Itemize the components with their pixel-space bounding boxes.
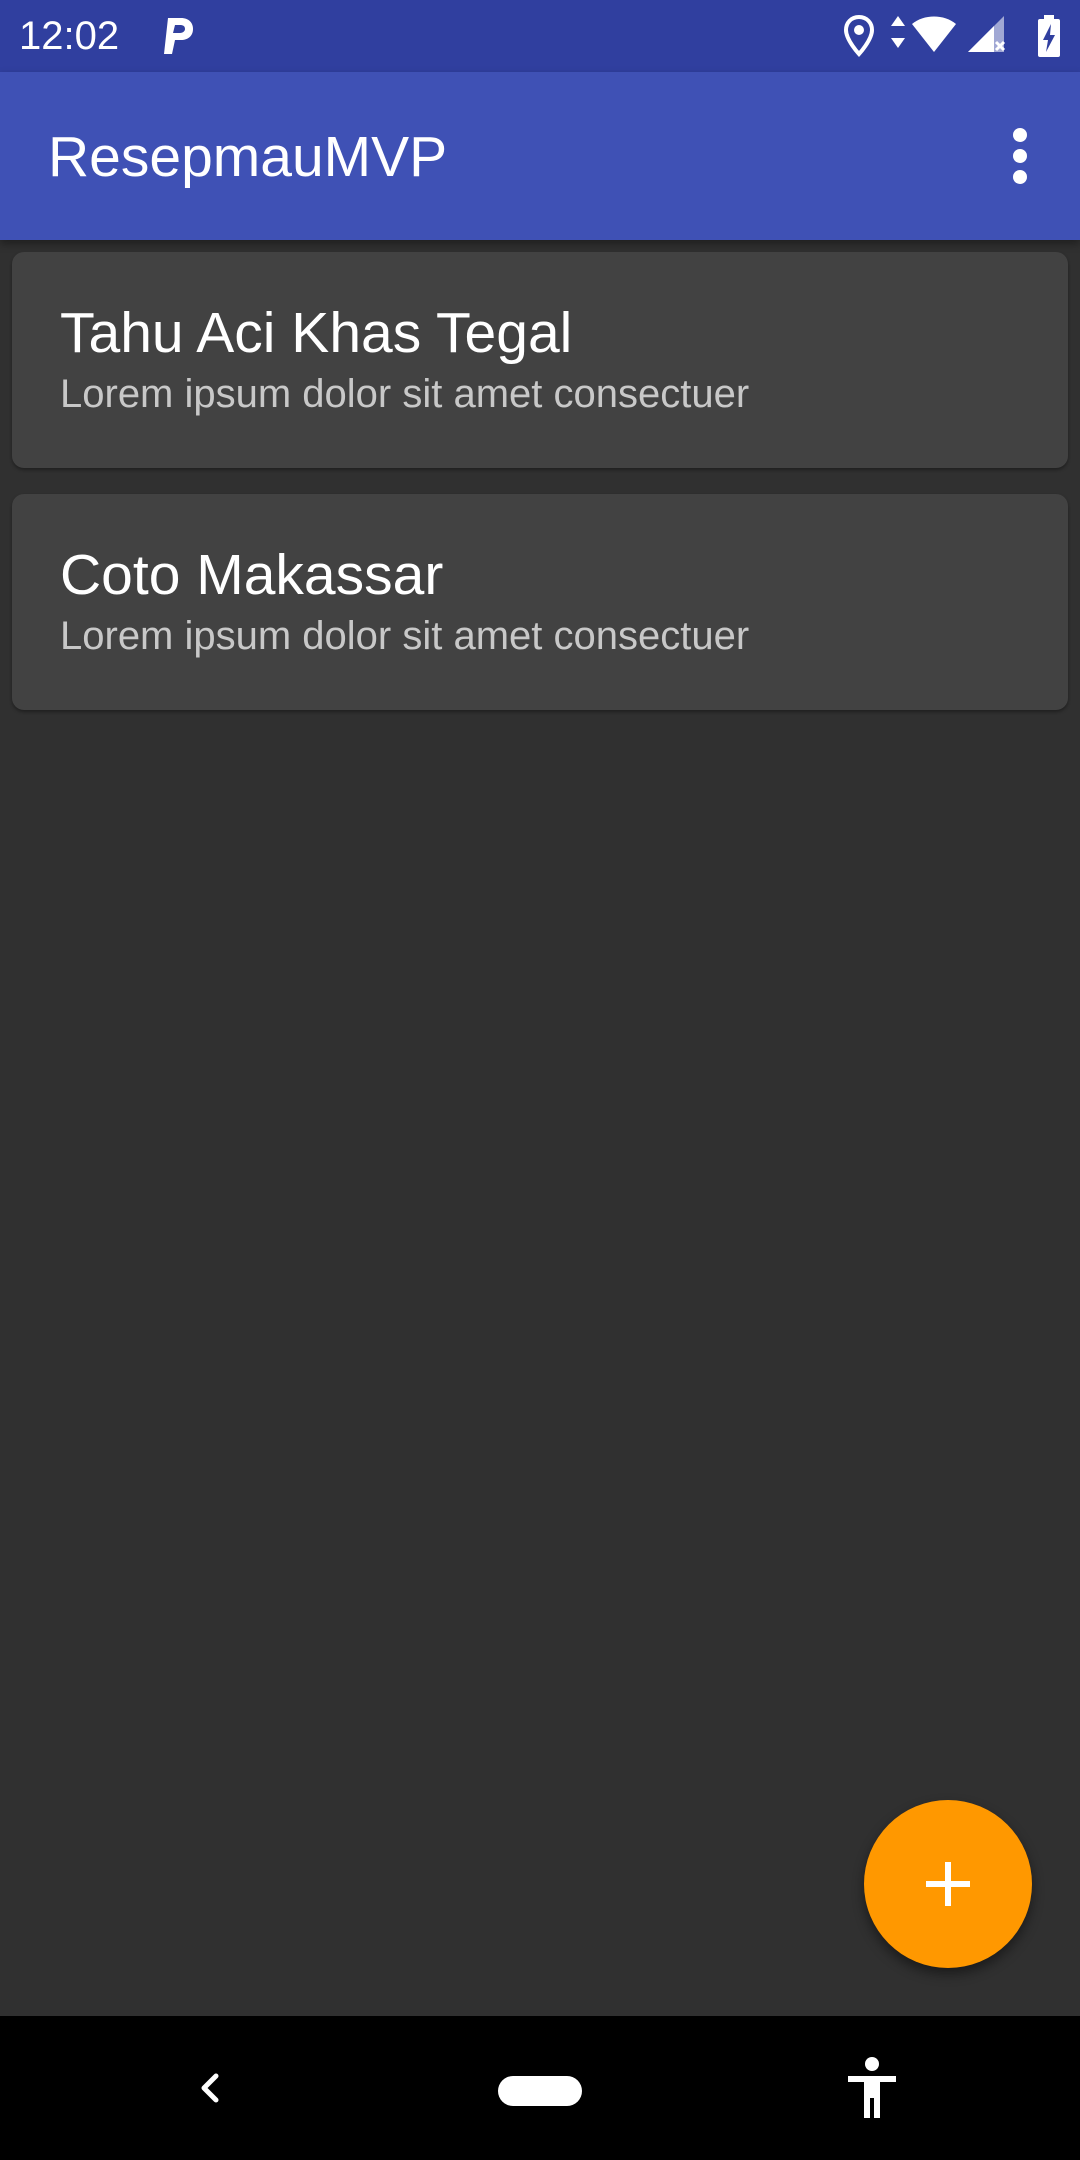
more-vert-icon[interactable] <box>984 120 1056 192</box>
recipe-card[interactable]: Tahu Aci Khas Tegal Lorem ipsum dolor si… <box>12 252 1068 468</box>
add-recipe-button[interactable] <box>864 1800 1032 1968</box>
app-bar: ResepmauMVP <box>0 72 1080 240</box>
navigation-bar <box>0 2016 1080 2160</box>
recipe-description: Lorem ipsum dolor sit amet consectuer <box>60 372 750 416</box>
wifi-icon <box>912 16 956 52</box>
screen: 12:02 ResepmauMVP Tahu Aci Khas Tegal Lo… <box>0 0 1080 2160</box>
battery-charging-icon <box>1038 15 1060 57</box>
accessibility-icon[interactable] <box>844 2056 900 2120</box>
parking-icon <box>160 14 196 58</box>
location-icon <box>843 14 875 57</box>
home-pill-icon[interactable] <box>498 2076 582 2106</box>
status-time: 12:02 <box>19 14 120 58</box>
status-bar: 12:02 <box>0 0 1080 72</box>
app-title: ResepmauMVP <box>48 125 448 189</box>
back-icon[interactable] <box>186 2064 234 2112</box>
add-icon <box>926 1862 970 1906</box>
recipe-title: Tahu Aci Khas Tegal <box>60 301 573 365</box>
data-arrows-icon <box>891 16 905 48</box>
recipe-description: Lorem ipsum dolor sit amet consectuer <box>60 614 750 658</box>
recipe-card[interactable]: Coto Makassar Lorem ipsum dolor sit amet… <box>12 494 1068 710</box>
recipe-title: Coto Makassar <box>60 543 444 607</box>
recipe-list: Tahu Aci Khas Tegal Lorem ipsum dolor si… <box>12 252 1068 736</box>
cell-signal-icon <box>968 16 1006 52</box>
